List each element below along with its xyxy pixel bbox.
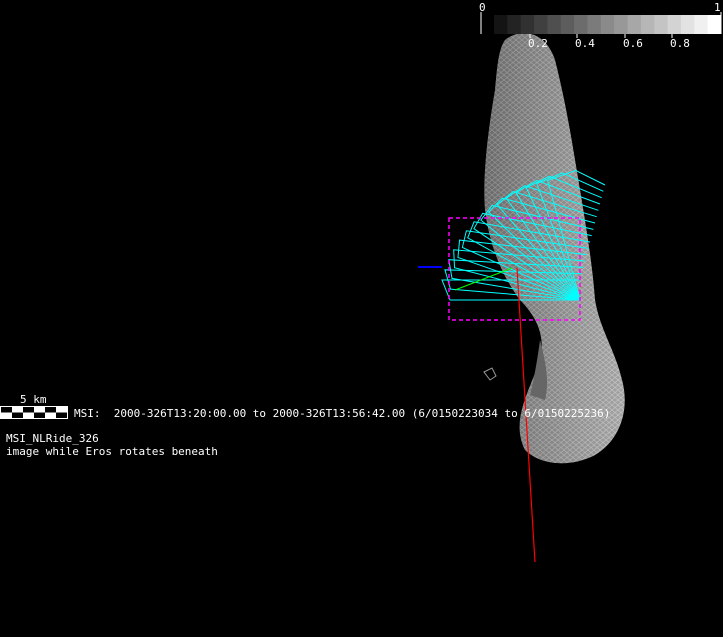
scale-bar-segment <box>1 407 12 413</box>
colorbar-step <box>654 15 669 34</box>
colorbar-tick-label: 0.4 <box>575 37 595 50</box>
scale-bar-segment <box>56 412 67 418</box>
colorbar-step <box>587 15 602 34</box>
colorbar-step <box>667 15 682 34</box>
colorbar-step <box>534 15 548 34</box>
colorbar-step <box>627 15 642 34</box>
colorbar-step <box>694 15 709 34</box>
scale-bar-segment <box>23 407 34 413</box>
colorbar-tick-label: 0.8 <box>670 37 690 50</box>
observation-title: MSI_NLRide_326 <box>6 432 99 445</box>
scale-bar <box>0 406 68 419</box>
colorbar-step <box>600 15 615 34</box>
colorbar-step <box>520 15 535 34</box>
colorbar-max-label: 1 <box>714 1 721 14</box>
colorbar-step <box>494 15 508 34</box>
asteroid-eros-shape <box>483 33 625 464</box>
colorbar-step <box>707 15 722 34</box>
scale-bar-label: 5 km <box>20 393 47 406</box>
time-range-text: MSI: 2000-326T13:20:00.00 to 2000-326T13… <box>74 407 611 420</box>
colorbar-step <box>560 15 575 34</box>
scale-bar-segment <box>12 412 23 418</box>
colorbar-step <box>680 15 695 34</box>
colorbar-tick-label: 0.2 <box>528 37 548 50</box>
scale-bar-segment <box>45 407 56 413</box>
colorbar-min-label: 0 <box>479 1 486 14</box>
colorbar-step <box>614 15 629 34</box>
colorbar-tick-label: 0.6 <box>623 37 643 50</box>
observation-description: image while Eros rotates beneath <box>6 445 218 458</box>
colorbar-step <box>507 15 522 34</box>
colorbar-step <box>574 15 588 34</box>
scale-bar-segment <box>34 412 45 418</box>
colorbar-step <box>547 15 562 34</box>
colorbar-step <box>640 15 655 34</box>
3d-scene-view[interactable] <box>0 0 723 637</box>
